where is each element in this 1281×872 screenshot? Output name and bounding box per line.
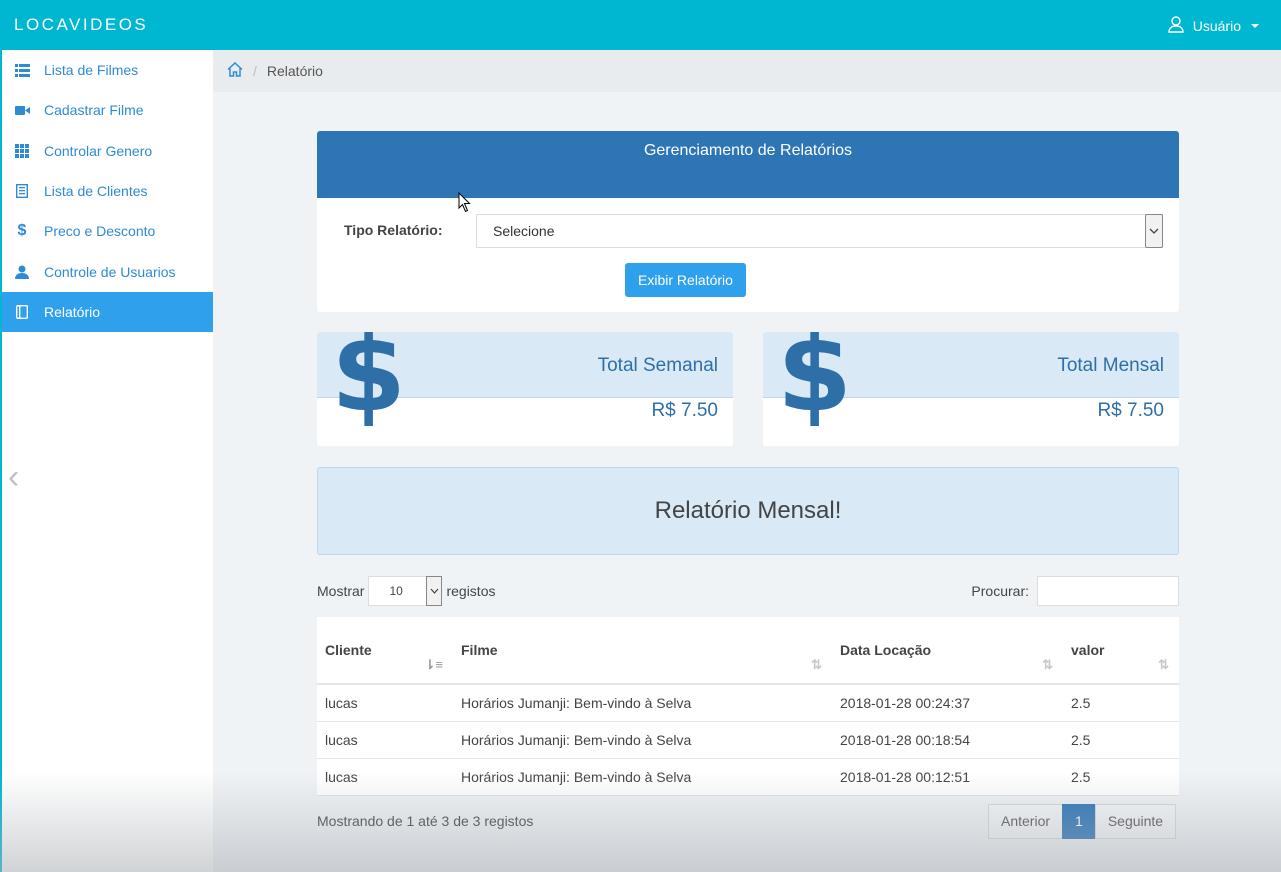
sort-icon: ⇅ (1158, 657, 1169, 672)
column-header-label: Cliente (325, 642, 372, 658)
cell-data-locacao: 2018-01-28 00:24:37 (840, 695, 970, 711)
sidebar-item-label: Preco e Desconto (44, 223, 156, 240)
weekly-total-title: Total Semanal (597, 355, 718, 376)
sidebar-item-lista-filmes[interactable]: Lista de Filmes (2, 50, 213, 90)
cell-filme: Horários Jumanji: Bem-vindo à Selva (461, 769, 692, 785)
table-info: Mostrando de 1 até 3 de 3 registos (317, 813, 534, 829)
records-label: registos (446, 583, 496, 599)
address-book-icon (14, 183, 30, 199)
table-row: lucas Horários Jumanji: Bem-vindo à Selv… (317, 759, 1179, 796)
monthly-total-value: R$ 7.50 (1097, 400, 1164, 421)
list-icon (14, 62, 30, 78)
cell-valor: 2.5 (1071, 769, 1091, 785)
show-report-button[interactable]: Exibir Relatório (625, 263, 746, 297)
sidebar-item-controle-usuarios[interactable]: Controle de Usuarios (2, 251, 213, 291)
cell-cliente: lucas (325, 769, 358, 785)
collapse-sidebar-chevron-left-icon[interactable]: ‹ (8, 460, 19, 494)
chevron-down-icon (1145, 214, 1163, 248)
show-label: Mostrar (317, 583, 365, 599)
home-icon[interactable] (227, 61, 243, 80)
book-icon (14, 304, 30, 320)
weekly-total-value: R$ 7.50 (651, 400, 718, 421)
report-type-value: Selecione (493, 223, 555, 239)
sidebar-item-label: Relatório (44, 303, 101, 320)
table-row: lucas Horários Jumanji: Bem-vindo à Selv… (317, 685, 1179, 722)
table-controls: Mostrar 10 registos Procurar: (317, 576, 1179, 606)
sidebar-item-relatorio[interactable]: Relatório (2, 291, 213, 333)
pagination-previous-button[interactable]: Anterior (988, 804, 1064, 839)
sort-icon: ⇅ (811, 657, 822, 672)
cell-data-locacao: 2018-01-28 00:18:54 (840, 732, 970, 748)
sidebar-item-controlar-genero[interactable]: Controlar Genero (2, 131, 213, 171)
column-header-valor[interactable]: valor ⇅ (1063, 617, 1179, 685)
sort-ascending-icon: ⇂≡ (424, 657, 443, 672)
table-search-control: Procurar: (971, 576, 1179, 606)
monthly-total-card: $ Total Mensal R$ 7.50 (763, 332, 1179, 446)
sidebar: Lista de Filmes Cadastrar Filme Controla… (0, 50, 213, 872)
brand-logo[interactable]: LOCAVIDEOS (14, 15, 148, 35)
dollar-icon: $ (331, 332, 407, 436)
search-input[interactable] (1037, 576, 1179, 606)
pagination-page-1[interactable]: 1 (1062, 804, 1096, 839)
monthly-report-banner: Relatório Mensal! (317, 467, 1179, 555)
column-header-filme[interactable]: Filme ⇅ (453, 617, 832, 685)
cell-valor: 2.5 (1071, 695, 1091, 711)
cell-filme: Horários Jumanji: Bem-vindo à Selva (461, 732, 692, 748)
cell-cliente: lucas (325, 695, 358, 711)
column-header-data-locacao[interactable]: Data Locação ⇅ (832, 617, 1063, 685)
sidebar-item-label: Controle de Usuarios (44, 263, 176, 280)
table-header-row: Cliente ⇂≡ Filme ⇅ Data Locação ⇅ valor … (317, 617, 1179, 685)
sidebar-item-label: Cadastrar Filme (44, 102, 144, 119)
caret-down-icon (1251, 23, 1259, 28)
sidebar-item-label: Lista de Clientes (44, 183, 148, 200)
report-management-panel: Gerenciamento de Relatórios Tipo Relatór… (317, 131, 1179, 312)
dollar-icon: $ (777, 332, 853, 436)
weekly-total-card: $ Total Semanal R$ 7.50 (317, 332, 733, 446)
chevron-down-icon (426, 576, 443, 606)
panel-title: Gerenciamento de Relatórios (317, 131, 1179, 198)
sidebar-item-lista-clientes[interactable]: Lista de Clientes (2, 171, 213, 211)
breadcrumb-separator: / (253, 63, 257, 79)
cell-filme: Horários Jumanji: Bem-vindo à Selva (461, 695, 692, 711)
user-menu-dropdown[interactable]: Usuário (1167, 15, 1259, 36)
page-length-value: 10 (389, 584, 403, 598)
user-menu-label: Usuário (1192, 17, 1241, 34)
column-header-cliente[interactable]: Cliente ⇂≡ (317, 617, 453, 685)
report-type-select[interactable]: Selecione (476, 214, 1163, 248)
dollar-icon: $ (17, 222, 27, 240)
video-camera-icon (14, 102, 30, 118)
grid-icon (14, 143, 30, 159)
top-navbar: LOCAVIDEOS Usuário (0, 0, 1281, 50)
table-row: lucas Horários Jumanji: Bem-vindo à Selv… (317, 722, 1179, 759)
cell-cliente: lucas (325, 732, 358, 748)
sidebar-item-cadastrar-filme[interactable]: Cadastrar Filme (2, 90, 213, 130)
sort-icon: ⇅ (1042, 657, 1053, 672)
user-icon (14, 264, 30, 280)
sidebar-item-label: Lista de Filmes (44, 62, 139, 79)
report-type-label: Tipo Relatório: (344, 222, 443, 238)
search-label: Procurar: (971, 583, 1029, 599)
sidebar-item-label: Controlar Genero (44, 142, 153, 159)
page-length-control: Mostrar 10 registos (317, 576, 495, 606)
column-header-label: Data Locação (840, 642, 932, 658)
cell-data-locacao: 2018-01-28 00:12:51 (840, 769, 970, 785)
user-icon (1167, 15, 1185, 36)
breadcrumb: / Relatório (213, 50, 1281, 92)
sidebar-item-preco-desconto[interactable]: $ Preco e Desconto (2, 211, 213, 251)
breadcrumb-current: Relatório (266, 63, 323, 79)
report-table: Cliente ⇂≡ Filme ⇅ Data Locação ⇅ valor … (317, 617, 1179, 796)
page-length-select[interactable]: 10 (368, 576, 443, 606)
column-header-label: Filme (461, 642, 498, 658)
column-header-label: valor (1071, 642, 1105, 658)
mouse-pointer-icon (458, 191, 472, 218)
cell-valor: 2.5 (1071, 732, 1091, 748)
monthly-total-title: Total Mensal (1057, 355, 1164, 376)
pagination-next-button[interactable]: Seguinte (1094, 804, 1177, 839)
pagination: Anterior 1 Seguinte (988, 804, 1177, 839)
